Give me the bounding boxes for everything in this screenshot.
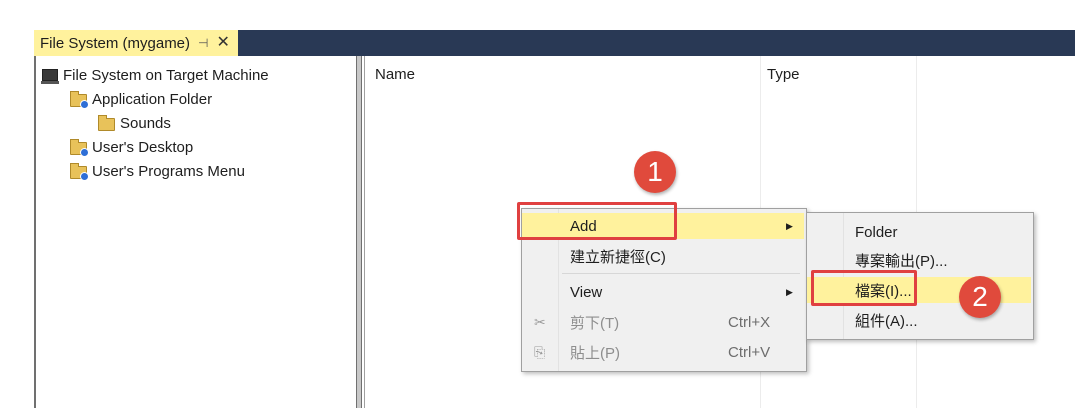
tree-item-label: User's Programs Menu [92,162,245,180]
tree-item-users-desktop[interactable]: User's Desktop [70,136,193,158]
computer-icon [41,69,59,84]
special-folder-icon [70,90,89,109]
annotation-box-add [517,202,677,240]
menu-item-view[interactable]: View ▶ [522,279,804,305]
scissors-icon: ✂ [534,313,546,330]
menu-item-shortcut: Ctrl+V [728,343,771,361]
column-header-type[interactable]: Type [767,66,800,83]
menu-item-cut[interactable]: ✂ 剪下(T) Ctrl+X [522,309,804,335]
menu-item-label: Folder [855,223,898,241]
submenu-item-assembly[interactable]: 組件(A)... [807,307,1031,333]
folder-icon [98,114,115,131]
tree-item-root[interactable]: File System on Target Machine [41,64,269,86]
column-header-name[interactable]: Name [375,66,415,83]
tree-item-label: File System on Target Machine [63,66,269,84]
special-folder-icon [70,162,89,181]
menu-item-paste[interactable]: ⎘ 貼上(P) Ctrl+V [522,339,804,365]
submenu-arrow-icon: ▶ [786,286,793,297]
menu-item-label: 專案輸出(P)... [855,252,948,270]
tree-item-label: Sounds [120,114,171,132]
menu-item-create-shortcut[interactable]: 建立新捷徑(C) [522,243,804,269]
file-system-tree: File System on Target Machine Applicatio… [36,56,354,408]
step-marker-2: 2 [959,276,1001,318]
tab-title: File System (mygame) [40,34,191,52]
menu-item-label: 貼上(P) [570,344,620,362]
tab-file-system[interactable]: File System (mygame) ⊣ ✕ [34,30,238,56]
submenu-arrow-icon: ▶ [786,220,793,231]
document-tab-bar: File System (mygame) ⊣ ✕ [34,30,1075,56]
clipboard-icon: ⎘ [534,343,546,360]
special-folder-icon [70,138,89,157]
menu-item-label: View [570,283,603,301]
close-icon[interactable]: ✕ [216,35,229,51]
annotation-box-file [811,270,917,306]
submenu-item-folder[interactable]: Folder [807,219,1031,245]
tree-item-users-programs-menu[interactable]: User's Programs Menu [70,160,245,182]
menu-item-label: 組件(A)... [855,312,918,330]
pin-icon[interactable]: ⊣ [198,36,208,50]
menu-item-label: 建立新捷徑(C) [570,248,666,266]
tree-item-label: Application Folder [92,90,213,108]
tree-item-label: User's Desktop [92,138,194,156]
menu-item-label: 剪下(T) [570,314,620,332]
pane-splitter[interactable] [356,56,362,408]
tree-item-application-folder[interactable]: Application Folder [70,88,212,110]
menu-separator [562,273,800,274]
tree-item-sounds[interactable]: Sounds [98,112,171,134]
menu-item-shortcut: Ctrl+X [728,313,771,331]
step-marker-1: 1 [634,151,676,193]
